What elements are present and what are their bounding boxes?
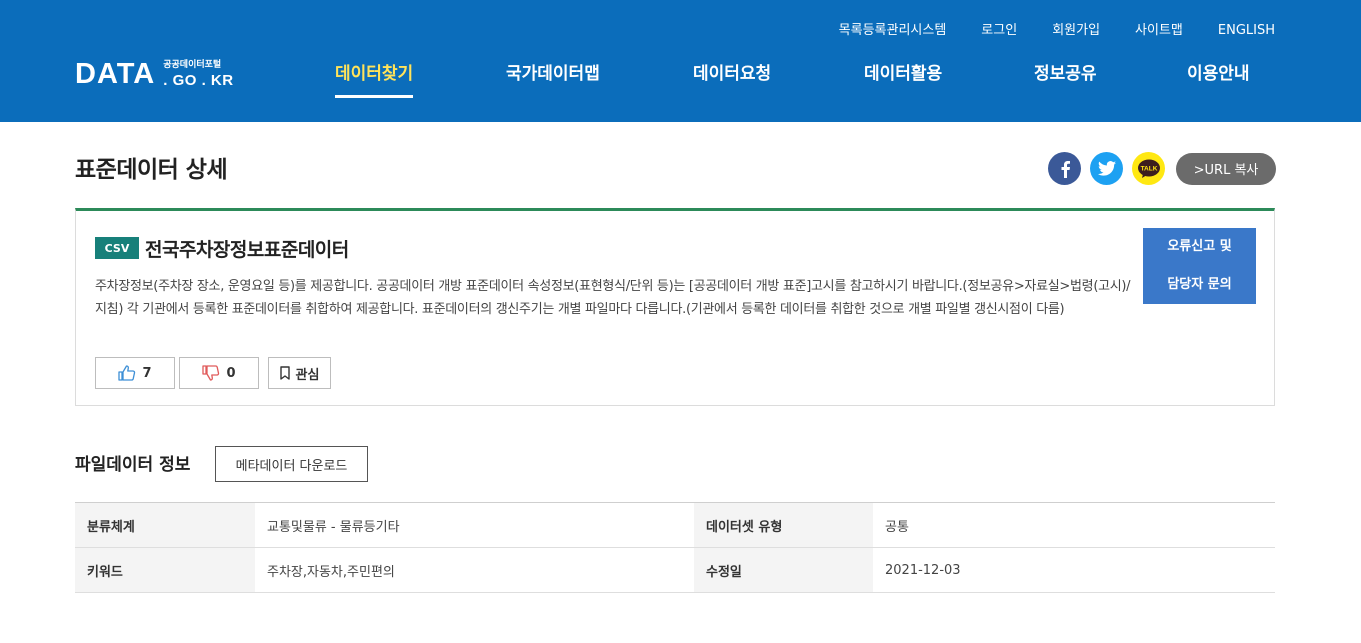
- metadata-download-button[interactable]: 메타데이터 다운로드: [215, 446, 368, 482]
- nav-item-usage-guide[interactable]: 이용안내: [1187, 60, 1250, 88]
- facebook-icon[interactable]: [1048, 152, 1081, 185]
- table-cell: 교통및물류 - 물류등기타: [255, 502, 694, 548]
- table-row: 분류체계 교통및물류 - 물류등기타 데이터셋 유형 공통: [75, 502, 1275, 548]
- feedback-actions: 7 0 관심: [95, 357, 331, 389]
- table-header-cell: 데이터셋 유형: [694, 502, 873, 548]
- table-row: 키워드 주차장,자동차,주민편의 수정일 2021-12-03: [75, 547, 1275, 593]
- format-badge: CSV: [95, 237, 139, 259]
- favorite-button[interactable]: 관심: [268, 357, 331, 389]
- util-link-login[interactable]: 로그인: [981, 22, 1017, 40]
- table-cell: 주차장,자동차,주민편의: [255, 547, 694, 593]
- file-info-title: 파일데이터 정보: [75, 455, 191, 475]
- kakaotalk-icon[interactable]: TALK: [1132, 152, 1165, 185]
- table-header-cell: 수정일: [694, 547, 873, 593]
- file-info-table: 분류체계 교통및물류 - 물류등기타 데이터셋 유형 공통 키워드 주차장,자동…: [75, 502, 1275, 593]
- utility-menu: 목록등록관리시스템 로그인 회원가입 사이트맵 ENGLISH: [804, 22, 1275, 40]
- util-link-signup[interactable]: 회원가입: [1052, 22, 1100, 40]
- dislike-button[interactable]: 0: [179, 357, 259, 389]
- util-link-english[interactable]: ENGLISH: [1218, 22, 1275, 40]
- report-error-label-line2: 담당자 문의: [1167, 277, 1232, 292]
- site-header: DATA 공공데이터포털 . GO . KR 목록등록관리시스템 로그인 회원가…: [0, 0, 1361, 122]
- share-bar: TALK >URL 복사: [1048, 152, 1276, 185]
- like-button[interactable]: 7: [95, 357, 175, 389]
- page-title: 표준데이터 상세: [75, 157, 228, 183]
- nav-item-national-data-map[interactable]: 국가데이터맵: [506, 60, 600, 88]
- report-error-button[interactable]: 오류신고 및 담당자 문의: [1143, 228, 1256, 304]
- dataset-description: 주차장정보(주차장 장소, 운영요일 등)를 제공합니다. 공공데이터 개방 표…: [95, 279, 1131, 317]
- table-header-cell: 분류체계: [75, 502, 255, 548]
- twitter-icon[interactable]: [1090, 152, 1123, 185]
- favorite-label: 관심: [295, 367, 320, 383]
- nav-item-find-data[interactable]: 데이터찾기: [335, 60, 414, 98]
- report-error-label-line1: 오류신고 및: [1167, 239, 1232, 254]
- dataset-card: CSV 전국주차장정보표준데이터 주차장정보(주차장 장소, 운영요일 등)를 …: [75, 208, 1275, 406]
- util-link-catalog-system[interactable]: 목록등록관리시스템: [839, 22, 947, 40]
- dislike-count: 0: [226, 365, 236, 381]
- url-copy-button[interactable]: >URL 복사: [1176, 152, 1276, 185]
- main-nav: 데이터찾기 국가데이터맵 데이터요청 데이터활용 정보공유 이용안내: [0, 60, 1361, 100]
- like-count: 7: [142, 365, 152, 381]
- table-cell: 공통: [873, 502, 1275, 548]
- nav-item-info-sharing[interactable]: 정보공유: [1034, 60, 1097, 88]
- util-link-sitemap[interactable]: 사이트맵: [1135, 22, 1183, 40]
- bookmark-icon: [279, 366, 290, 380]
- thumbs-down-icon: [202, 365, 220, 381]
- nav-item-data-request[interactable]: 데이터요청: [693, 60, 771, 88]
- kakaotalk-icon-label: TALK: [1140, 165, 1157, 172]
- nav-item-data-utilization[interactable]: 데이터활용: [864, 60, 942, 88]
- thumbs-up-icon: [118, 365, 136, 381]
- table-header-cell: 키워드: [75, 547, 255, 593]
- table-cell: 2021-12-03: [873, 547, 1275, 593]
- dataset-title: 전국주차장정보표준데이터: [145, 239, 349, 261]
